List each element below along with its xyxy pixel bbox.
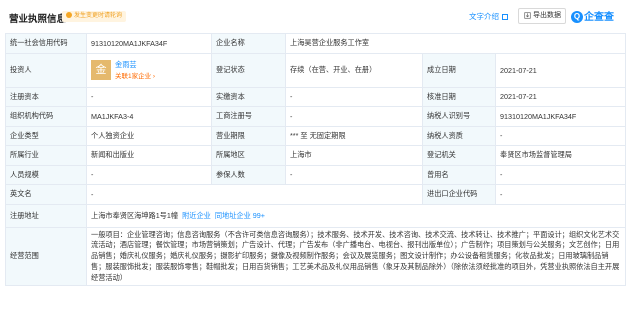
paid-capital-value: - [285, 86, 423, 107]
reg-capital-value: - [86, 86, 212, 107]
reg-status-value: 存续（在营、开业、在册） [285, 52, 423, 88]
reg-status-label: 登记状态 [211, 52, 286, 88]
same-address-link[interactable]: 同地址企业 99+ [215, 211, 265, 220]
table-row: 人员规模 - 参保人数 - 曾用名 - [5, 164, 626, 185]
est-date-value: 2021-07-21 [495, 52, 626, 88]
insured-label: 参保人数 [211, 164, 286, 185]
paid-capital-label: 实缴资本 [211, 86, 286, 107]
brand-logo: Q 企查查 [571, 8, 614, 24]
investor-avatar: 金 [91, 60, 111, 80]
former-name-value: - [495, 164, 626, 185]
bell-icon [66, 12, 72, 19]
scope-label: 经营范围 [5, 226, 87, 287]
term-value: *** 至 无固定期限 [285, 125, 423, 146]
former-name-label: 曾用名 [422, 164, 496, 185]
company-name-value: 上海昊营企业服务工作室 [285, 33, 626, 54]
export-label: 导出数据 [533, 12, 561, 19]
address-value: 上海市奉贤区海坤路1号1幢 [91, 210, 179, 220]
address-label: 注册地址 [5, 203, 87, 228]
table-row: 注册地址 上海市奉贤区海坤路1号1幢 附近企业 同地址企业 99+ [5, 203, 626, 228]
company-name-label: 企业名称 [211, 33, 286, 54]
import-export-label: 进出口企业代码 [422, 184, 496, 205]
approve-date-value: 2021-07-21 [495, 86, 626, 107]
scope-value: 一般项目：企业管理咨询；信息咨询服务（不含许可类信息咨询服务）；技术服务、技术开… [86, 226, 626, 287]
taxpayer-qual-value: - [495, 125, 626, 146]
import-export-value: - [495, 184, 626, 205]
text-intro-label: 文字介绍 [469, 12, 499, 21]
export-button[interactable]: 导出数据 [518, 8, 566, 24]
region-value: 上海市 [285, 145, 423, 166]
taxpayer-id-label: 纳税人识别号 [422, 106, 496, 127]
authority-value: 奉贤区市场监督管理局 [495, 145, 626, 166]
table-row: 所属行业 新闻和出版业 所属地区 上海市 登记机关 奉贤区市场监督管理局 [5, 145, 626, 166]
english-value: - [86, 184, 423, 205]
section-title: 营业执照信息 [9, 14, 67, 25]
export-icon [524, 12, 531, 19]
address-cell: 上海市奉贤区海坤路1号1幢 附近企业 同地址企业 99+ [86, 203, 626, 228]
credit-code-label: 统一社会信用代码 [5, 33, 87, 54]
table-row: 英文名 - 进出口企业代码 - [5, 184, 626, 205]
type-label: 企业类型 [5, 125, 87, 146]
taxpayer-id-value: 91310120MA1JKFA34F [495, 106, 626, 127]
investor-cell: 金金雨芸关联1家企业 › [86, 52, 212, 88]
expand-icon [502, 14, 508, 21]
biz-reg-no-value: - [285, 106, 423, 127]
insured-value: - [285, 164, 423, 185]
license-table: 统一社会信用代码 91310120MA1JKFA34F 企业名称 上海昊营企业服… [5, 33, 626, 287]
table-row: 经营范围 一般项目：企业管理咨询；信息咨询服务（不含许可类信息咨询服务）；技术服… [5, 226, 626, 287]
badge-text: 发生变更时请轮询 [74, 13, 123, 19]
credit-code-value: 91310120MA1JKFA34F [86, 33, 212, 54]
english-label: 英文名 [5, 184, 87, 205]
region-label: 所属地区 [211, 145, 286, 166]
taxpayer-qual-label: 纳税人资质 [422, 125, 496, 146]
table-row: 企业类型 个人独资企业 营业期限 *** 至 无固定期限 纳税人资质 - [5, 125, 626, 146]
industry-value: 新闻和出版业 [86, 145, 212, 166]
biz-reg-no-label: 工商注册号 [211, 106, 286, 127]
staff-value: - [86, 164, 212, 185]
authority-label: 登记机关 [422, 145, 496, 166]
org-code-label: 组织机构代码 [5, 106, 87, 127]
logo-text: 企查查 [584, 12, 614, 23]
table-row: 投资人 金金雨芸 关联1家企业 › 登记状态 存续（在营、开业、在册） 成立日期 … [5, 52, 626, 88]
org-code-value: MA1JKFA3-4 [86, 106, 212, 127]
staff-label: 人员规模 [5, 164, 87, 185]
investor-name-link[interactable]: 金雨芸 [115, 60, 137, 69]
reg-capital-label: 注册资本 [5, 86, 87, 107]
approve-date-label: 核准日期 [422, 86, 496, 107]
table-row: 注册资本 - 实缴资本 - 核准日期 2021-07-21 [5, 86, 626, 107]
industry-label: 所属行业 [5, 145, 87, 166]
est-date-label: 成立日期 [422, 52, 496, 88]
text-intro-link[interactable]: 文字介绍 [469, 11, 508, 22]
type-value: 个人独资企业 [86, 125, 212, 146]
nearby-companies-link[interactable]: 附近企业 [182, 211, 211, 220]
table-row: 组织机构代码 MA1JKFA3-4 工商注册号 - 纳税人识别号 9131012… [5, 106, 626, 127]
section-header: 营业执照信息 发生变更时请轮询 文字介绍 导出数据 Q 企查查 [0, 0, 630, 32]
logo-icon: Q [571, 11, 583, 24]
table-row: 统一社会信用代码 91310120MA1JKFA34F 企业名称 上海昊营企业服… [5, 33, 626, 54]
change-badge[interactable]: 发生变更时请轮询 [62, 11, 127, 22]
investor-related-link[interactable]: 关联1家企业 › [115, 73, 155, 80]
investor-label: 投资人 [5, 52, 87, 88]
term-label: 营业期限 [211, 125, 286, 146]
